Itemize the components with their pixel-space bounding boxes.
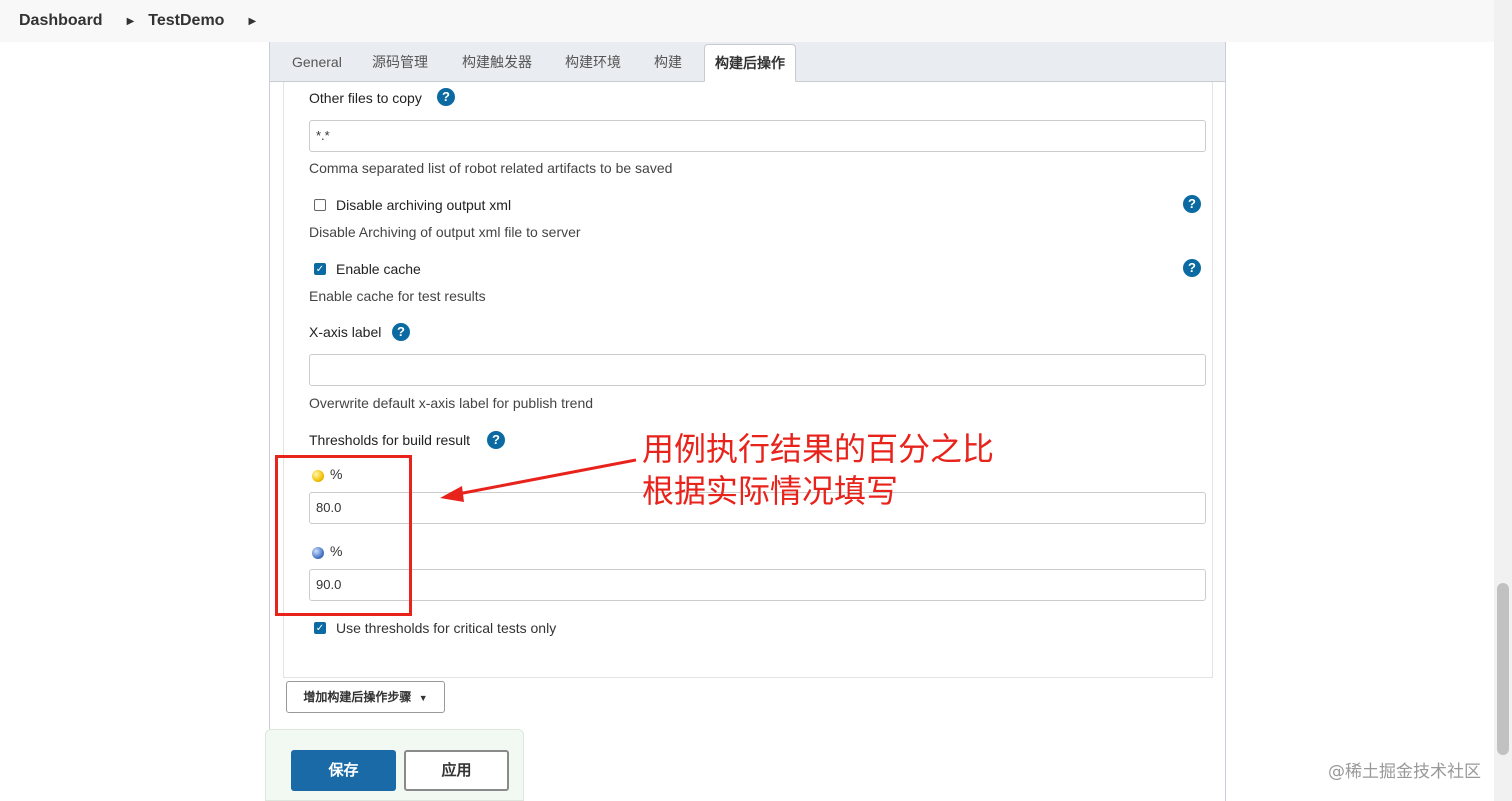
annotation-line-2: 根据实际情况填写 [642,472,899,510]
watermark: @稀土掘金技术社区 [1328,762,1481,782]
scrollbar-thumb[interactable] [1497,583,1509,755]
annotation-line-1: 用例执行结果的百分之比 [642,430,995,468]
annotation-arrow [440,458,637,502]
